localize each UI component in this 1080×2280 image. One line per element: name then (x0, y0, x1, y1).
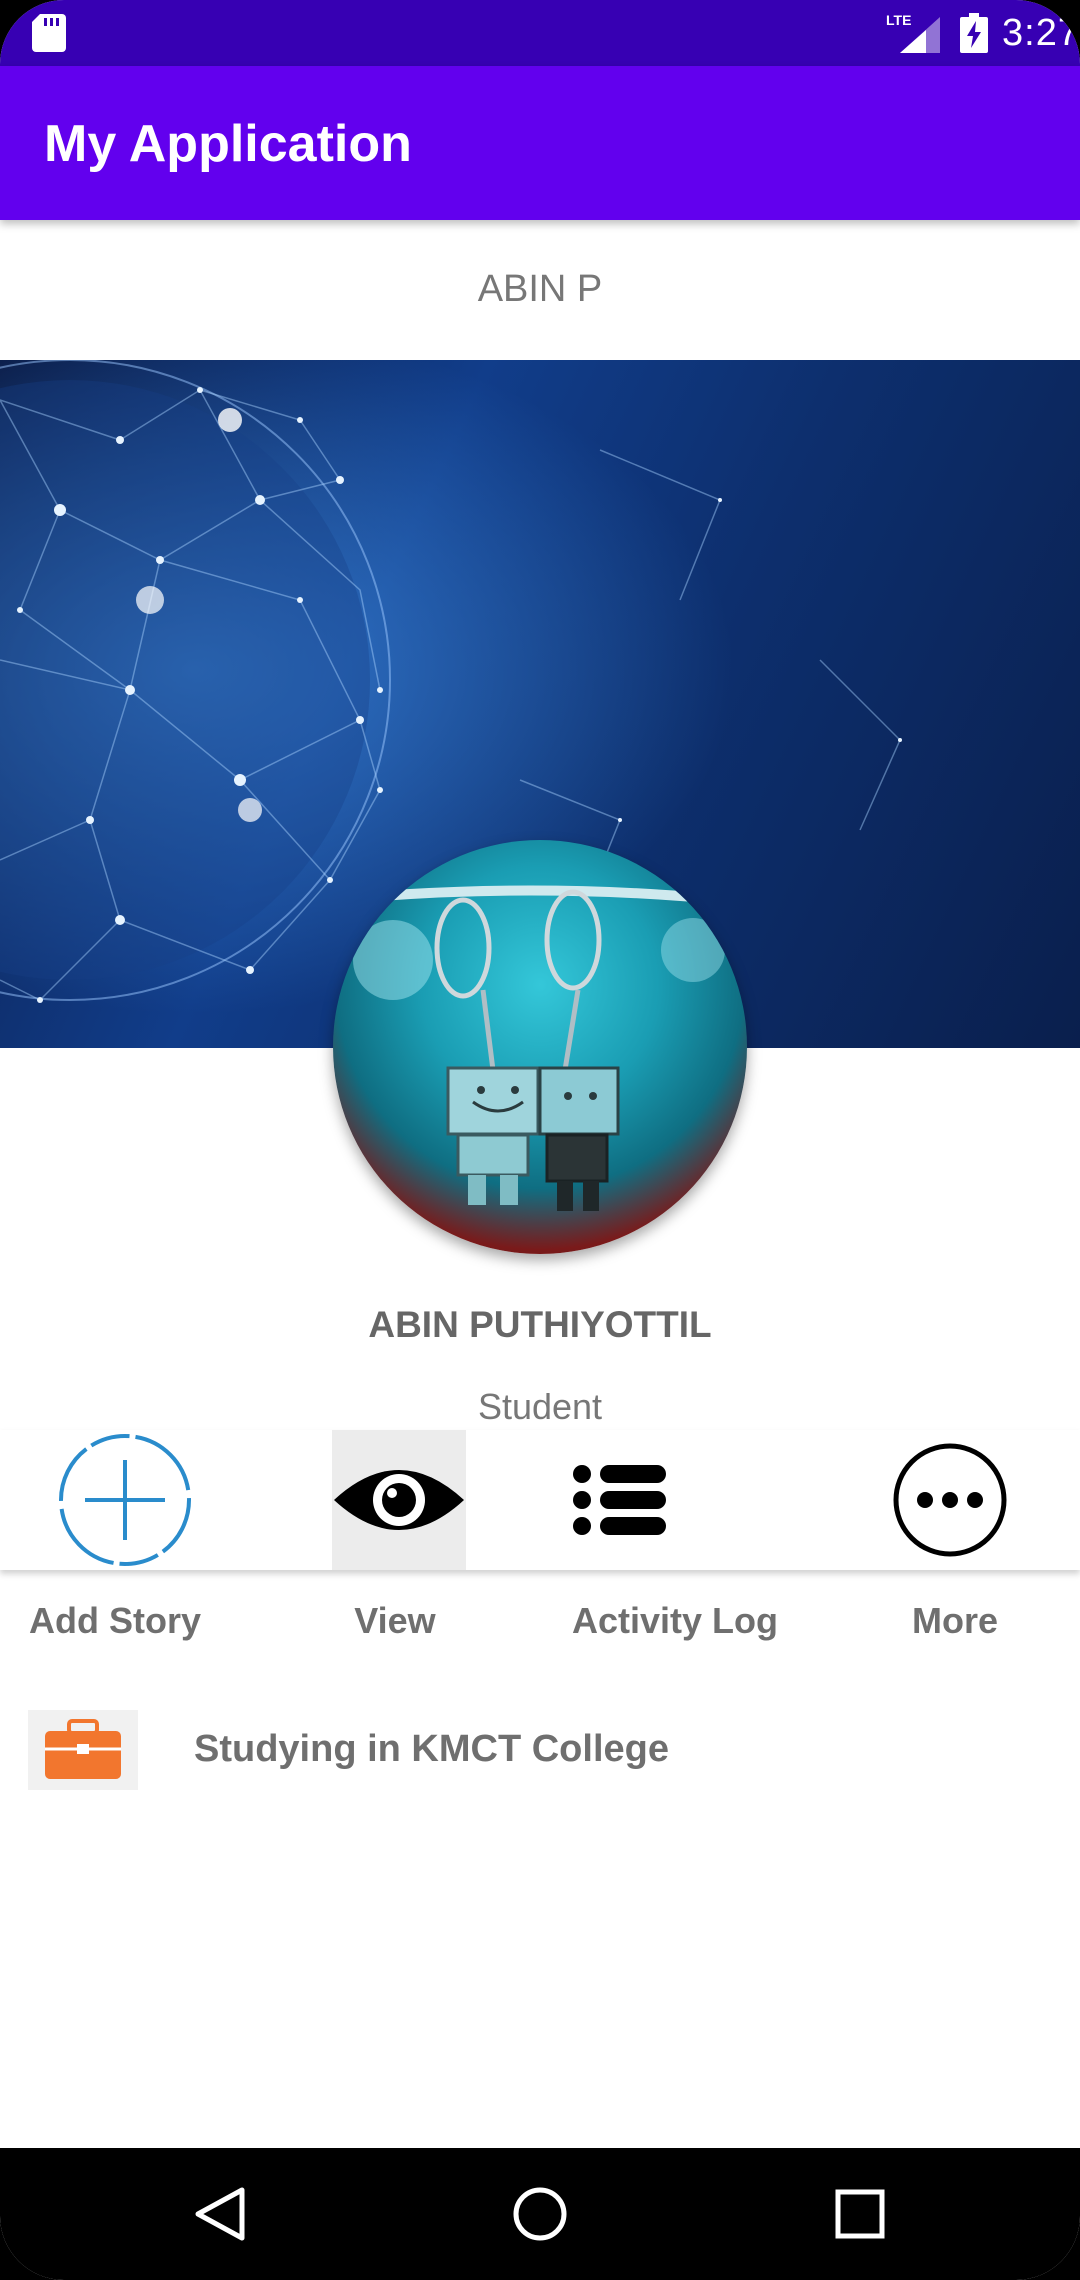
avatar-photo (333, 885, 747, 1211)
action-row (0, 1430, 1080, 1570)
profile-full-name: ABIN PUTHIYOTTIL (368, 1304, 712, 1345)
status-bar: LTE 3:27 (0, 0, 1080, 66)
recents-icon[interactable] (830, 2184, 890, 2244)
eye-icon (334, 1470, 464, 1530)
profile-short-name: ABIN P (477, 268, 603, 310)
status-time: 3:27 (1002, 11, 1080, 54)
battery-charging-icon (960, 13, 989, 53)
profile-avatar[interactable] (333, 840, 747, 1254)
list-icon (573, 1465, 666, 1535)
screen: LTE 3:27 My Application ABIN P ABIN PUTH… (0, 0, 1080, 2280)
add-story-label[interactable]: Add Story (25, 1600, 205, 1642)
app-title: My Application (44, 115, 412, 173)
app-bar: My Application (0, 66, 1080, 220)
view-button[interactable] (332, 1430, 466, 1570)
more-button[interactable] (880, 1430, 1020, 1570)
activity-log-label[interactable]: Activity Log (560, 1600, 790, 1642)
education-text: Studying in KMCT College (194, 1728, 669, 1770)
svg-text:LTE: LTE (886, 12, 911, 28)
home-icon[interactable] (510, 2184, 570, 2244)
more-label[interactable]: More (890, 1600, 1020, 1642)
view-label[interactable]: View (330, 1600, 460, 1642)
education-info-row: Studying in KMCT College (28, 1710, 1068, 1790)
navigation-bar (0, 2148, 1080, 2280)
briefcase-icon (28, 1710, 138, 1790)
back-icon[interactable] (190, 2184, 250, 2244)
profile-role: Student (477, 1386, 603, 1427)
action-labels: Add Story View Activity Log More (0, 1600, 1080, 1660)
activity-log-button[interactable] (560, 1430, 680, 1570)
sd-card-icon (32, 14, 66, 52)
add-story-button[interactable] (50, 1430, 200, 1570)
more-horizontal-icon (893, 1443, 1007, 1557)
signal-icon: LTE (886, 12, 941, 53)
add-circle-icon (59, 1434, 191, 1566)
